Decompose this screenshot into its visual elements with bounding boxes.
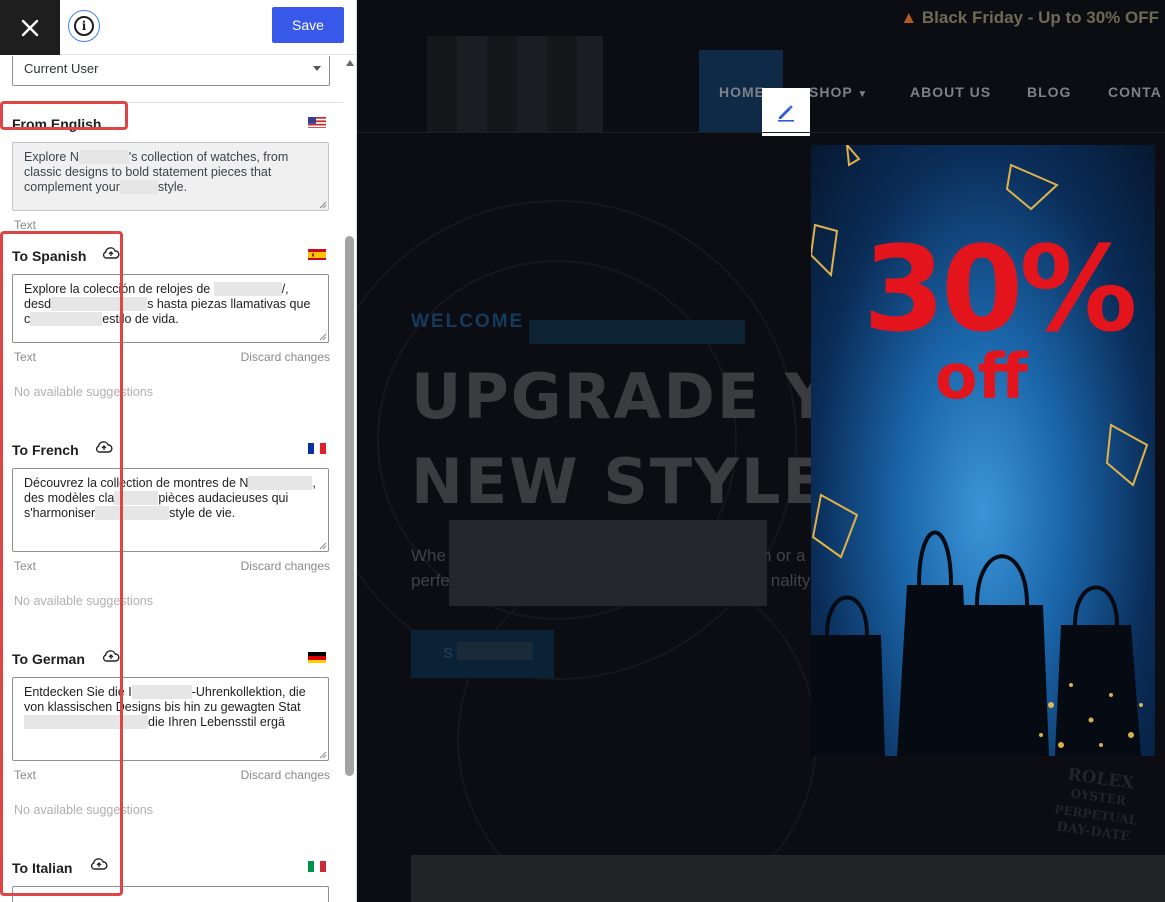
divider: [0, 102, 343, 103]
redacted-text: [24, 715, 148, 729]
panel-scroll-area[interactable]: Current User From English Explore N's co…: [0, 56, 343, 902]
hero-welcome-redacted: [529, 320, 745, 344]
redacted-text: [78, 150, 129, 164]
watch-background: [457, 560, 817, 902]
panel-scrollbar[interactable]: [343, 56, 356, 902]
info-button[interactable]: i: [68, 10, 100, 42]
redacted-text: [248, 476, 313, 490]
site-preview: ▲ Black Friday - Up to 30% OFF HOME SHOP…: [357, 0, 1165, 902]
translation-panel: i Save Current User From English Explore…: [0, 0, 357, 902]
sale-off-label: off: [935, 340, 1028, 413]
redacted-text: [119, 180, 158, 194]
promo-banner: ▲ Black Friday - Up to 30% OFF: [900, 8, 1159, 27]
content-section: [411, 855, 1165, 902]
nav-shop[interactable]: SHOP ▼: [809, 84, 868, 100]
spain-flag-icon: [308, 248, 326, 260]
gold-diamond-icon: [1105, 423, 1149, 487]
redacted-text: [51, 297, 148, 311]
french-title: To French: [12, 442, 79, 458]
italian-translation-input[interactable]: [12, 886, 329, 902]
shopping-bag-icon: [1055, 625, 1141, 756]
scroll-up-arrow-icon[interactable]: [346, 60, 354, 66]
field-type-label: Text: [14, 559, 37, 573]
user-scope-select[interactable]: Current User: [12, 56, 330, 86]
discard-changes-link[interactable]: Discard changes: [241, 559, 330, 573]
chevron-down-icon: [313, 66, 321, 71]
suggestions-empty: No available suggestions: [14, 385, 153, 399]
discard-changes-link[interactable]: Discard changes: [241, 350, 330, 364]
nav-about[interactable]: ABOUT US: [910, 84, 991, 100]
resize-handle-icon[interactable]: [319, 201, 327, 209]
discard-changes-link[interactable]: Discard changes: [241, 768, 330, 782]
resize-handle-icon[interactable]: [319, 542, 327, 550]
source-language-title: From English: [12, 116, 102, 132]
resize-handle-icon[interactable]: [319, 751, 327, 759]
hero-title-line2: NEW STYLE: [411, 445, 827, 518]
nav-contact[interactable]: CONTA: [1108, 84, 1162, 100]
site-logo: [427, 36, 603, 132]
resize-handle-icon[interactable]: [319, 333, 327, 341]
spanish-title: To Spanish: [12, 248, 87, 264]
shopping-bag-icon: [811, 635, 885, 756]
cloud-upload-icon[interactable]: [90, 857, 108, 871]
user-scope-value: Current User: [24, 61, 99, 76]
cloud-upload-icon[interactable]: [95, 440, 113, 454]
gold-diamond-icon: [811, 223, 839, 278]
italian-title: To Italian: [12, 860, 73, 876]
hero-welcome: WELCOME: [411, 311, 525, 332]
source-text: Explore N's collection of watches, from …: [12, 142, 329, 211]
cloud-upload-icon[interactable]: [102, 649, 120, 663]
suggestions-empty: No available suggestions: [14, 594, 153, 608]
info-icon: i: [74, 16, 94, 36]
header-divider: [357, 132, 1165, 133]
save-button[interactable]: Save: [272, 7, 344, 43]
redacted-text: [131, 685, 192, 699]
french-translation-input[interactable]: Découvrez la collection de montres de N,…: [12, 468, 329, 552]
fire-icon: ▲: [900, 8, 918, 27]
italy-flag-icon: [308, 860, 326, 872]
field-type-label: Text: [14, 218, 37, 232]
redacted-text: [114, 491, 159, 505]
field-type-label: Text: [14, 768, 37, 782]
germany-flag-icon: [308, 651, 326, 663]
sale-popup-image[interactable]: 30% off: [811, 145, 1155, 756]
close-icon: [21, 19, 39, 36]
nav-home[interactable]: HOME: [719, 84, 765, 100]
scrollbar-thumb[interactable]: [345, 236, 354, 776]
panel-toolbar: i Save: [0, 0, 356, 55]
caret-down-icon: ▼: [857, 89, 869, 100]
cloud-upload-icon[interactable]: [102, 246, 120, 260]
cta-redacted: [457, 642, 533, 660]
watch-dial-text: ROLEX OYSTER PERPETUAL DAY-DATE: [1053, 764, 1138, 845]
redacted-text: [30, 312, 103, 326]
german-title: To German: [12, 651, 85, 667]
nav-blog[interactable]: BLOG: [1027, 84, 1071, 100]
gold-diamond-icon: [1005, 163, 1059, 211]
spanish-translation-input[interactable]: Explore la colección de relojes de /, de…: [12, 274, 329, 343]
redacted-text: [213, 282, 282, 296]
sale-percentage: 30%: [863, 220, 1137, 358]
france-flag-icon: [308, 442, 326, 454]
hero-redacted: [449, 520, 767, 606]
gold-diamond-icon: [845, 145, 861, 167]
suggestions-empty: No available suggestions: [14, 803, 153, 817]
shopping-bag-icon: [957, 605, 1049, 756]
field-type-label: Text: [14, 350, 37, 364]
gold-diamond-icon: [811, 493, 859, 559]
redacted-text: [95, 506, 170, 520]
edit-button[interactable]: [762, 88, 810, 136]
german-translation-input[interactable]: Entdecken Sie die I -Uhrenkollektion, die…: [12, 677, 329, 761]
us-flag-icon: [308, 116, 326, 128]
close-button[interactable]: [0, 0, 60, 55]
pencil-icon: [778, 105, 794, 122]
